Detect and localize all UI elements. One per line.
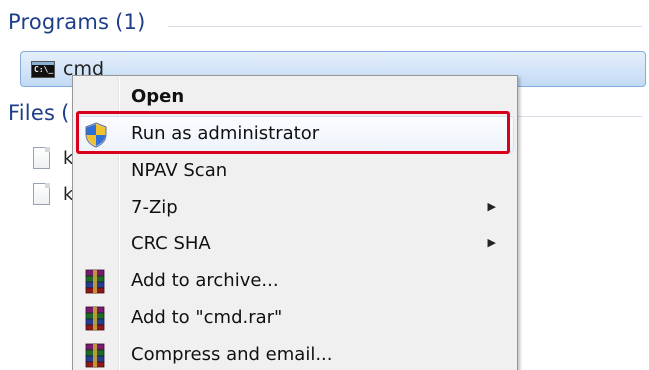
menu-item-7-zip[interactable]: 7-Zip ▶	[76, 190, 514, 226]
programs-group-header: Programs (1)	[8, 10, 146, 34]
programs-group-title: Programs	[8, 10, 110, 34]
programs-group-divider	[168, 26, 642, 27]
files-group-divider	[518, 116, 642, 117]
menu-item-label: Open	[131, 86, 185, 107]
menu-item-label: NPAV Scan	[131, 160, 228, 181]
menu-item-crc-sha[interactable]: CRC SHA ▶	[76, 226, 514, 262]
programs-group-count: (1)	[115, 10, 146, 34]
winrar-books-icon	[85, 269, 105, 294]
files-group-header: Files(	[8, 101, 70, 125]
menu-item-label: Add to archive...	[131, 270, 279, 291]
menu-item-label: Compress and email...	[131, 344, 333, 365]
winrar-books-icon	[85, 343, 105, 368]
menu-item-compress-and-email[interactable]: Compress and email...	[76, 337, 514, 370]
menu-item-label: Add to "cmd.rar"	[131, 307, 283, 328]
files-group-title: Files	[8, 101, 56, 125]
document-icon	[33, 183, 50, 205]
submenu-arrow-icon: ▶	[487, 200, 496, 213]
menu-item-npav-scan[interactable]: NPAV Scan	[76, 153, 514, 189]
search-results-pane: Programs (1) C:\_ cmd Files( k k Open Ru…	[0, 0, 649, 370]
command-prompt-icon-text: C:\_	[34, 65, 54, 74]
menu-item-label: CRC SHA	[131, 233, 211, 254]
highlight-callout-frame	[76, 111, 510, 154]
winrar-books-icon	[85, 306, 105, 331]
command-prompt-icon: C:\_	[31, 61, 55, 78]
menu-item-open[interactable]: Open	[76, 79, 514, 115]
menu-item-add-to-cmd-rar[interactable]: Add to "cmd.rar"	[76, 300, 514, 336]
menu-item-add-to-archive[interactable]: Add to archive...	[76, 263, 514, 299]
document-icon	[33, 147, 50, 169]
menu-item-label: 7-Zip	[131, 197, 178, 218]
submenu-arrow-icon: ▶	[487, 236, 496, 249]
files-group-count: (	[61, 101, 70, 125]
